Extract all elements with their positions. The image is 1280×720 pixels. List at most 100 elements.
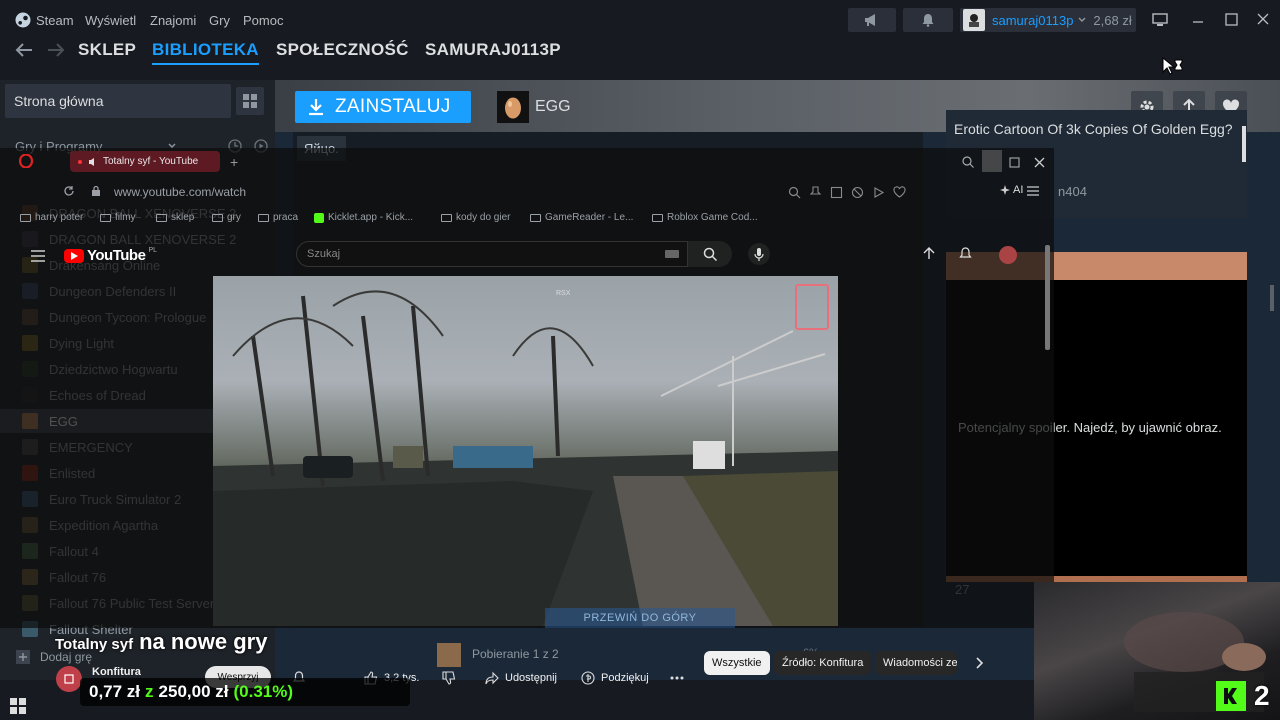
- download-status[interactable]: Pobieranie 1 z 2: [472, 647, 559, 661]
- bookmark-praca[interactable]: praca: [258, 212, 298, 223]
- nav-community[interactable]: SPOŁECZNOŚĆ: [276, 40, 409, 60]
- megaphone-icon: [865, 14, 875, 26]
- bookmark-kicklet[interactable]: Kicklet.app - Kick...: [314, 212, 413, 223]
- video-badge-rsx: RSX: [556, 290, 571, 297]
- zoom-icon: [788, 186, 801, 198]
- bookmark-roblox[interactable]: Roblox Game Cod...: [652, 212, 758, 223]
- chip-all[interactable]: Wszystkie: [704, 651, 770, 675]
- bookmark-gry[interactable]: gry: [212, 212, 241, 223]
- donation-goal: 0,77 zł z 250,00 zł (0.31%): [80, 678, 410, 706]
- browser-toolbar-icons[interactable]: [788, 184, 918, 200]
- chevron-down-icon: [1078, 17, 1086, 22]
- back-arrow-icon[interactable]: [14, 40, 34, 60]
- yt-avatar[interactable]: [999, 246, 1017, 264]
- bookmark-kody[interactable]: kody do gier: [441, 212, 510, 223]
- news-feed-icon: [795, 284, 829, 330]
- browser-search-icon[interactable]: [961, 155, 975, 169]
- share-button[interactable]: Udostępnij: [485, 666, 557, 690]
- new-tab-button[interactable]: +: [230, 154, 238, 170]
- yt-scrollbar-thumb[interactable]: [1045, 245, 1050, 350]
- menu-friends[interactable]: Znajomi: [150, 13, 196, 28]
- reload-icon[interactable]: [62, 184, 76, 198]
- goal-word: z: [145, 682, 154, 701]
- wallet-balance: 2,68 zł: [1093, 12, 1132, 28]
- chip-news[interactable]: Wiadomości ze...: [875, 651, 957, 675]
- ai-button[interactable]: AI: [1000, 184, 1023, 196]
- maximize-button[interactable]: [1221, 9, 1241, 29]
- goal-percent: (0.31%): [233, 682, 294, 701]
- page-scrollbar[interactable]: [1270, 285, 1274, 311]
- minimize-button[interactable]: [1188, 10, 1208, 30]
- browser-close-icon[interactable]: [1031, 154, 1047, 170]
- video-player[interactable]: [213, 276, 838, 626]
- notifications-button[interactable]: [903, 8, 953, 32]
- dislike-button[interactable]: [442, 666, 456, 690]
- play-icon: [874, 186, 885, 198]
- youtube-logo[interactable]: YouTube PL: [64, 247, 157, 264]
- bookmark-gamereader[interactable]: GameReader - Le...: [530, 212, 633, 223]
- account-menu[interactable]: samuraj0113p 2,68 zł: [960, 8, 1136, 32]
- keyboard-icon[interactable]: [665, 250, 679, 258]
- yt-notification-bell-icon[interactable]: [957, 246, 973, 262]
- menu-games[interactable]: Gry: [209, 13, 230, 28]
- more-actions-icon[interactable]: [670, 666, 684, 690]
- menu-steam[interactable]: Steam: [36, 13, 74, 28]
- home-button[interactable]: Strona główna: [5, 84, 231, 118]
- game-icon: [497, 91, 529, 123]
- nav-store[interactable]: SKLEP: [78, 40, 136, 60]
- stream-title: Totalny syf na nowe gry: [55, 629, 267, 655]
- blocker-icon: [851, 186, 864, 198]
- bookmark-sklep[interactable]: sklep: [156, 212, 194, 223]
- chips-next-chevron-icon[interactable]: [972, 655, 988, 671]
- sparkle-icon: [1000, 185, 1010, 195]
- browser-tab[interactable]: Totalny syf - YouTube: [70, 151, 220, 172]
- share-icon: [485, 671, 499, 685]
- mouse-cursor-icon: [1162, 57, 1184, 77]
- create-icon[interactable]: [921, 246, 937, 262]
- close-icon: [1257, 13, 1269, 25]
- menu-help[interactable]: Pomoc: [243, 13, 283, 28]
- news-scroll-thumb[interactable]: [1242, 126, 1246, 162]
- channel-name[interactable]: Konfitura: [92, 666, 141, 678]
- opera-logo-icon[interactable]: [18, 153, 34, 169]
- plus-icon: [16, 650, 30, 664]
- steam-logo-icon[interactable]: [15, 12, 31, 28]
- forward-arrow-icon[interactable]: [46, 40, 66, 60]
- channel-avatar[interactable]: [56, 666, 82, 692]
- install-button[interactable]: ZAINSTALUJ: [295, 91, 471, 123]
- big-picture-icon[interactable]: [1150, 12, 1170, 28]
- download-icon: [309, 99, 323, 116]
- scroll-to-top-button[interactable]: PRZEWIŃ DO GÓRY: [545, 608, 735, 628]
- install-label: ZAINSTALUJ: [335, 96, 451, 117]
- news-title[interactable]: Erotic Cartoon Of 3k Copies Of Golden Eg…: [954, 119, 1234, 139]
- browser-maximize[interactable]: [1006, 154, 1022, 170]
- menu-view[interactable]: Wyświetl: [85, 13, 136, 28]
- lock-icon: [90, 184, 102, 198]
- grid-view-icon[interactable]: [236, 87, 264, 115]
- microphone-icon[interactable]: [748, 243, 770, 265]
- thanks-button[interactable]: Podziękuj: [581, 666, 649, 690]
- home-label: Strona główna: [14, 93, 104, 109]
- browser-menu-icon[interactable]: [1026, 184, 1040, 198]
- thumb-down-icon: [442, 671, 456, 685]
- nav-profile[interactable]: SAMURAJ0113P: [425, 40, 561, 60]
- pin-icon: [809, 185, 822, 195]
- thanks-icon: [581, 671, 595, 685]
- hamburger-menu-icon[interactable]: [30, 249, 46, 263]
- browser-minimize[interactable]: [982, 150, 1002, 172]
- chip-source[interactable]: Źródło: Konfitura: [774, 651, 872, 675]
- speaker-icon: [89, 157, 94, 166]
- bookmark-filmy[interactable]: filmy: [100, 212, 136, 223]
- address-bar[interactable]: www.youtube.com/watch: [114, 185, 246, 199]
- kick-logo-icon: [1216, 681, 1246, 711]
- nav-library[interactable]: BIBLIOTEKA: [152, 40, 259, 65]
- search-icon[interactable]: [688, 241, 732, 267]
- close-button[interactable]: [1253, 9, 1273, 29]
- snapshot-icon: [830, 186, 843, 198]
- youtube-search-input[interactable]: Szukaj: [296, 241, 688, 267]
- windows-start-icon[interactable]: [10, 698, 26, 714]
- scroll-to-top-label: PRZEWIŃ DO GÓRY: [583, 612, 697, 624]
- announcements-button[interactable]: [848, 8, 896, 32]
- bookmark-harry-poter[interactable]: harry poter: [20, 212, 83, 223]
- game-title: EGG: [535, 98, 571, 115]
